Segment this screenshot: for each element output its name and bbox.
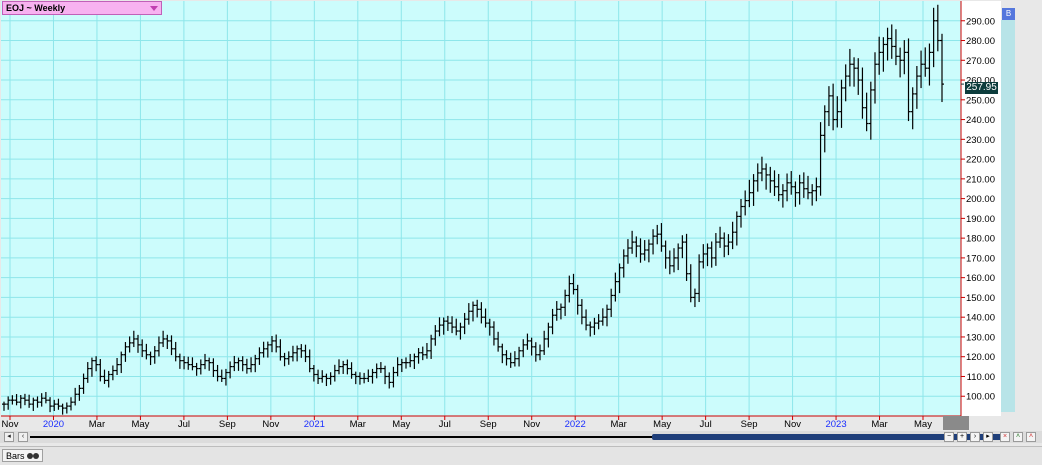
y-tick-label: 290.00: [966, 16, 995, 27]
horizontal-scrollbar[interactable]: ◂ ‹ − + › ▸ × ˄ ˄: [0, 431, 1042, 443]
zoom-out-icon[interactable]: −: [944, 432, 954, 442]
y-tick-label: 190.00: [966, 214, 995, 225]
x-tick-label: Nov: [523, 419, 540, 430]
x-tick-label: 2020: [43, 419, 64, 430]
bars-tab-label: Bars: [6, 451, 25, 461]
price-chart[interactable]: 100.00 110.00 120.00 130.00 140.00 150.00 160.…: [0, 0, 1042, 464]
y-tick-label: 220.00: [966, 155, 995, 166]
y-tick-label: 110.00: [967, 372, 995, 383]
scroll-down-icon[interactable]: ˄: [1026, 432, 1036, 442]
y-tick-label: 200.00: [966, 194, 995, 205]
x-tick-label: Nov: [262, 419, 279, 430]
x-tick-label: Mar: [350, 419, 366, 430]
last-price-label: 257.95: [965, 82, 998, 94]
scroll-first-icon[interactable]: ◂: [4, 432, 14, 442]
y-tick-label: 130.00: [966, 332, 995, 343]
x-tick-label: Jul: [178, 419, 190, 430]
symbol-dropdown[interactable]: EOJ ~ Weekly: [2, 1, 162, 15]
y-tick-label: 120.00: [966, 352, 995, 363]
y-tick-label: 100.00: [966, 392, 995, 403]
x-tick-label: Mar: [610, 419, 626, 430]
y-tick-label: 180.00: [966, 234, 995, 245]
x-tick-label: Nov: [784, 419, 801, 430]
chart-style-icon: [27, 453, 39, 459]
y-tick-label: 250.00: [966, 95, 995, 106]
x-tick-label: Mar: [89, 419, 105, 430]
x-tick-label: May: [914, 419, 932, 430]
chart-window: 100.00 110.00 120.00 130.00 140.00 150.00 160.…: [0, 0, 1042, 465]
scroll-up-icon[interactable]: ˄: [1013, 432, 1023, 442]
scroll-right-icon[interactable]: ›: [970, 432, 980, 442]
y-tick-label: 230.00: [966, 135, 995, 146]
dropdown-arrow-icon: [150, 6, 158, 11]
x-tick-label: 2022: [565, 419, 586, 430]
x-tick-label: Sep: [219, 419, 236, 430]
x-tick-label: Nov: [2, 419, 19, 430]
scroll-left-icon[interactable]: ‹: [18, 432, 28, 442]
y-tick-label: 150.00: [966, 293, 995, 304]
x-tick-label: Mar: [871, 419, 887, 430]
x-tick-label: May: [392, 419, 410, 430]
y-tick-label: 160.00: [966, 273, 995, 284]
y-tick-label: 280.00: [966, 36, 995, 47]
zoom-in-icon[interactable]: +: [957, 432, 967, 442]
symbol-label: EOJ ~ Weekly: [6, 3, 66, 13]
close-icon[interactable]: ×: [1000, 432, 1010, 442]
scroll-track[interactable]: [30, 436, 652, 438]
x-tick-label: May: [653, 419, 671, 430]
y-tick-label: 240.00: [966, 115, 995, 126]
x-tick-label: 2023: [825, 419, 846, 430]
y-tick-label: 170.00: [966, 253, 995, 264]
y-tick-label: 140.00: [966, 313, 995, 324]
vertical-scroll-strip: [1001, 20, 1015, 412]
chart-flag-icon[interactable]: B: [1002, 8, 1015, 20]
x-tick-label: Sep: [741, 419, 758, 430]
x-tick-label: Jul: [700, 419, 712, 430]
status-bar: Bars: [0, 446, 1042, 465]
x-tick-label: May: [131, 419, 149, 430]
axis-corner-block: [943, 416, 969, 430]
x-tick-label: 2021: [304, 419, 325, 430]
scroll-last-icon[interactable]: ▸: [983, 432, 993, 442]
plot-area: [1, 1, 961, 416]
x-tick-label: Jul: [439, 419, 451, 430]
y-tick-label: 210.00: [966, 174, 995, 185]
bars-tab[interactable]: Bars: [2, 449, 43, 462]
y-tick-label: 270.00: [966, 56, 995, 67]
x-tick-label: Sep: [480, 419, 497, 430]
